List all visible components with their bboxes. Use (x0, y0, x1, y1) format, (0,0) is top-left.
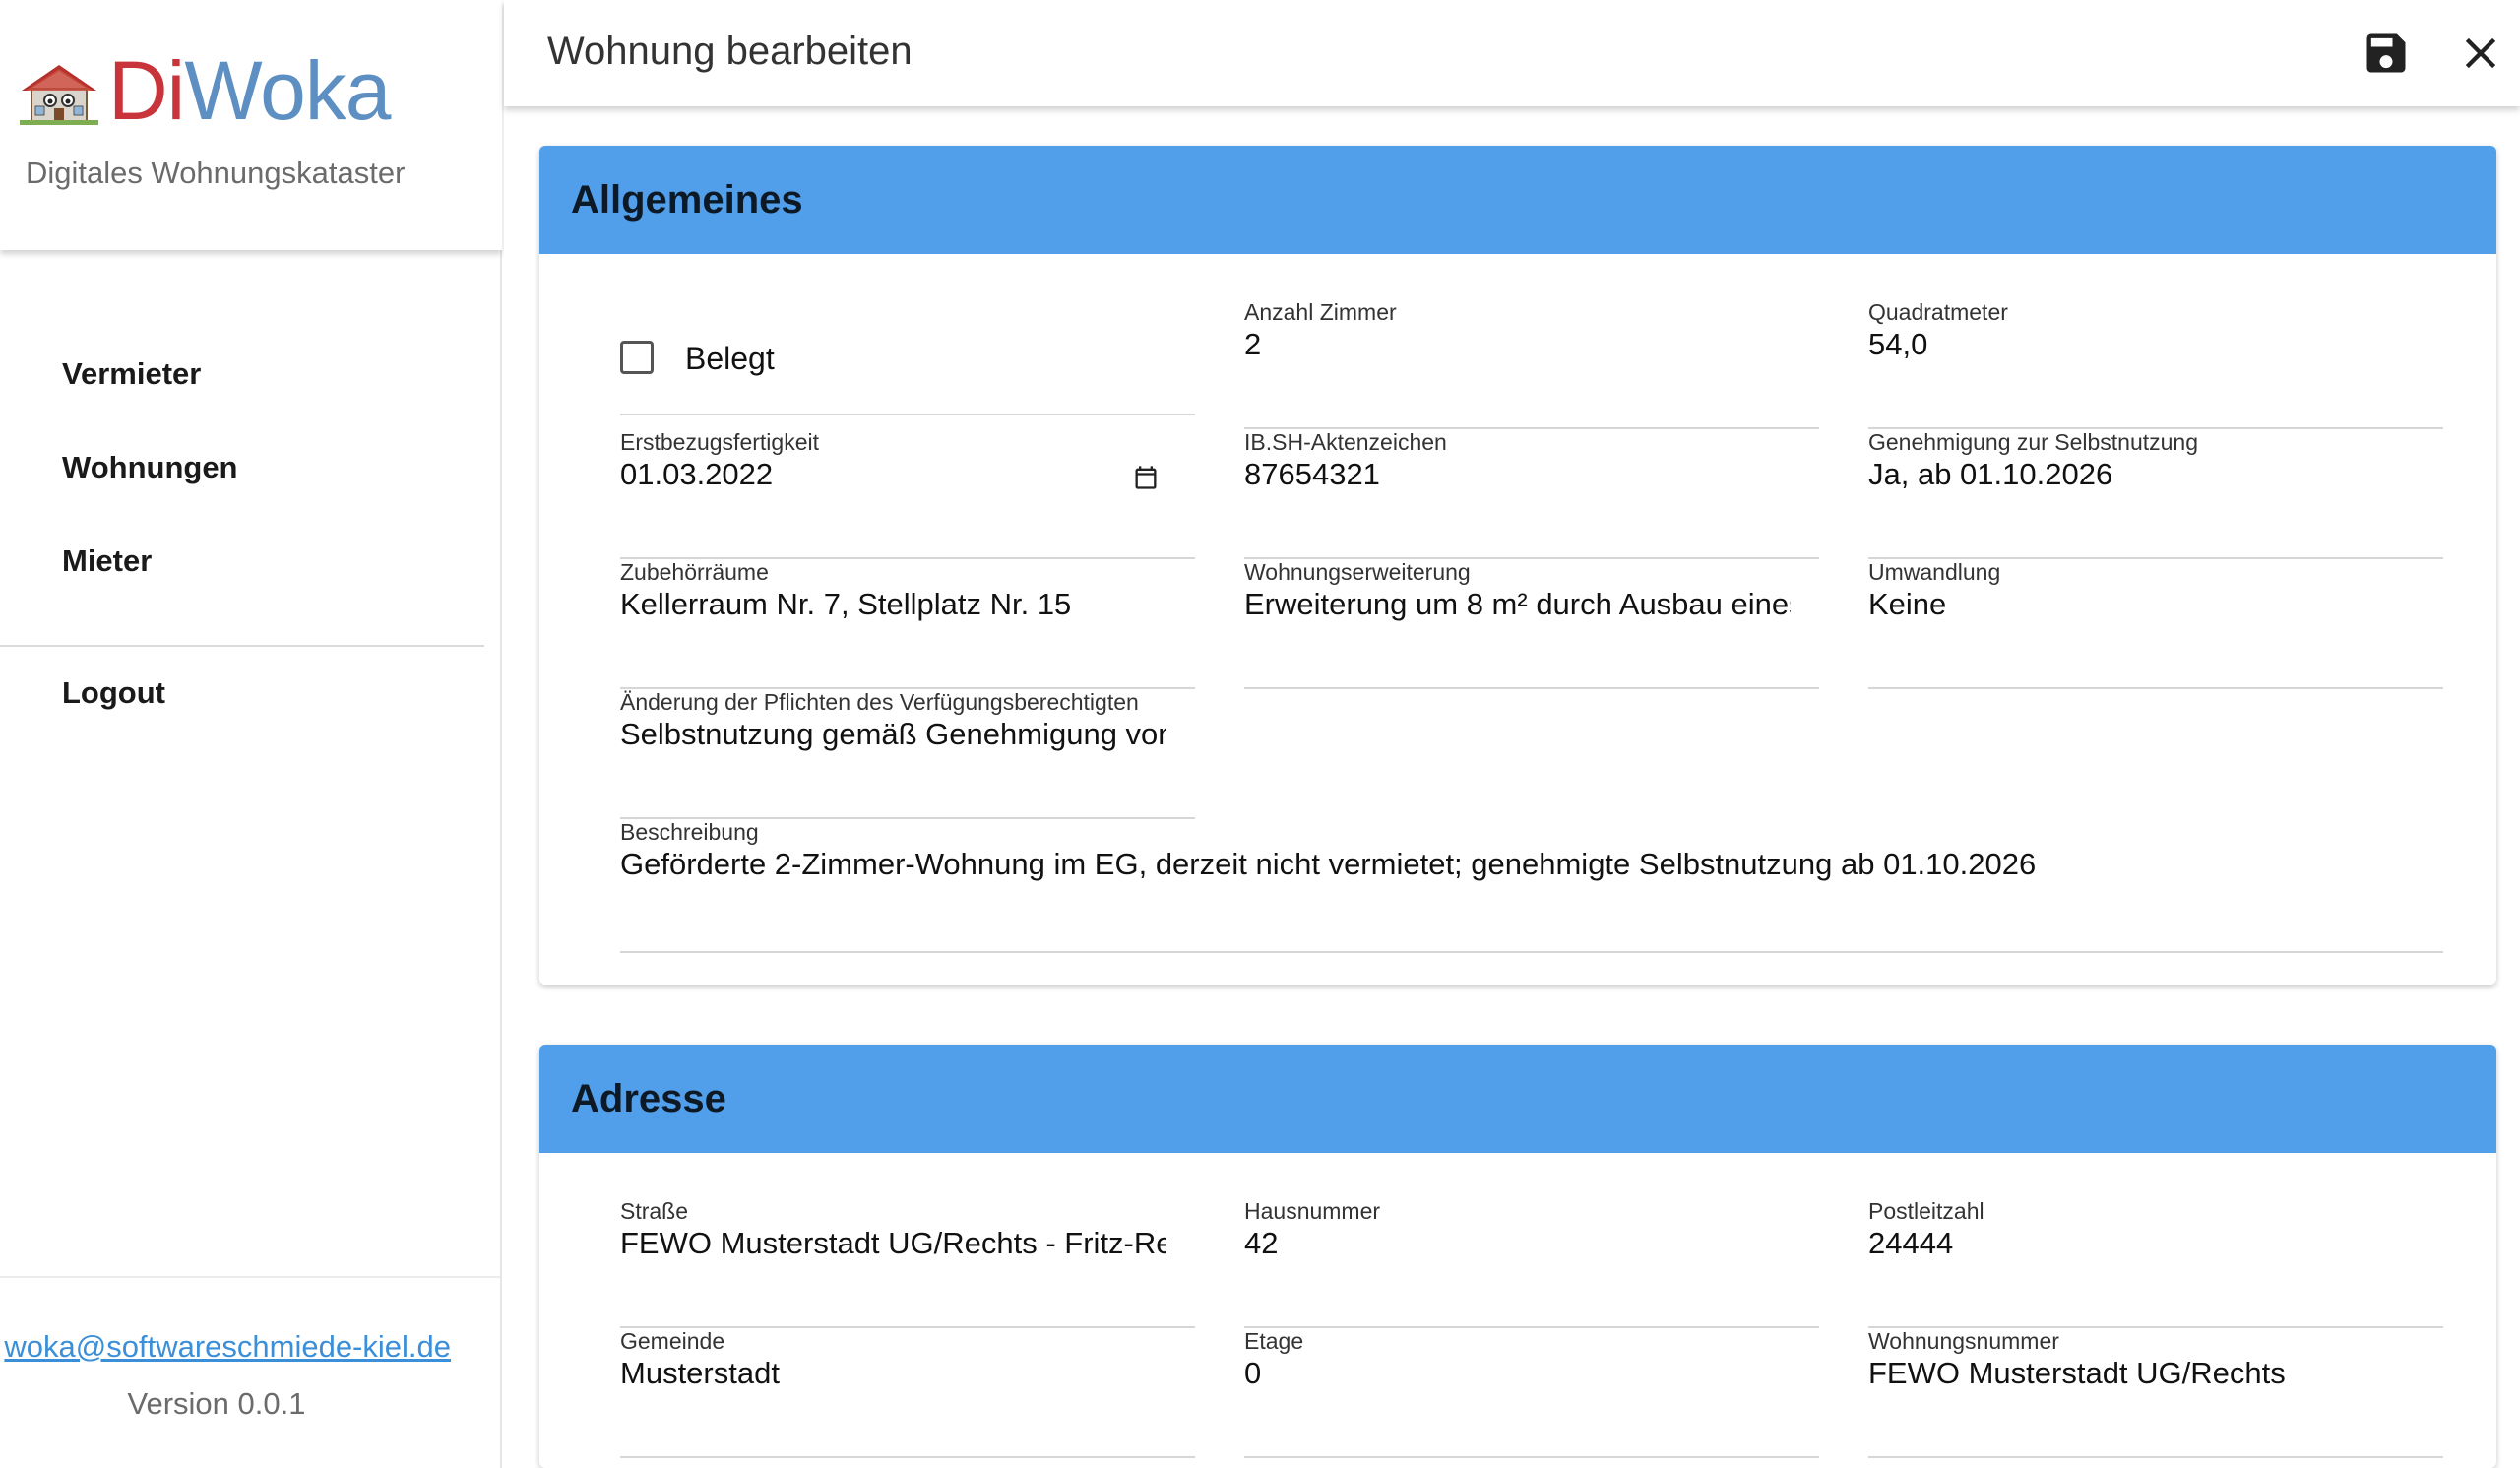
beschreibung-textarea[interactable]: Geförderte 2-Zimmer-Wohnung im EG, derze… (620, 847, 2441, 882)
page-title: Wohnung bearbeiten (547, 30, 913, 73)
save-icon[interactable] (2361, 28, 2412, 79)
quadratmeter-label: Quadratmeter (1868, 299, 2008, 325)
umwandlung-label: Umwandlung (1868, 559, 2001, 585)
quadratmeter-field[interactable]: Quadratmeter 54,0 (1868, 299, 2443, 429)
pflichten-label: Änderung der Pflichten des Verfügungsber… (620, 689, 1139, 715)
selbstnutzung-label: Genehmigung zur Selbstnutzung (1868, 429, 2198, 455)
selbstnutzung-field[interactable]: Genehmigung zur Selbstnutzung Ja, ab 01.… (1868, 429, 2443, 559)
wohnungsnummer-label: Wohnungsnummer (1868, 1328, 2059, 1354)
main-nav: Vermieter Wohnungen Mieter (0, 335, 502, 615)
quadratmeter-input[interactable]: 54,0 (1868, 327, 2415, 362)
house-logo-icon (20, 65, 98, 125)
logo-woka: Woka (184, 44, 391, 137)
erweiterung-label: Wohnungserweiterung (1244, 559, 1471, 585)
calendar-icon[interactable] (1132, 463, 1160, 492)
umwandlung-input[interactable]: Keine (1868, 587, 2415, 622)
etage-label: Etage (1244, 1328, 1304, 1354)
wohnungsnummer-field[interactable]: Wohnungsnummer FEWO Musterstadt UG/Recht… (1868, 1328, 2443, 1458)
gemeinde-field[interactable]: Gemeinde Musterstadt (620, 1328, 1195, 1458)
erstbezug-input[interactable]: 01.03.2022 (620, 457, 1166, 492)
selbstnutzung-input[interactable]: Ja, ab 01.10.2026 (1868, 457, 2415, 492)
erstbezug-field[interactable]: Erstbezugsfertigkeit 01.03.2022 (620, 429, 1195, 559)
logo-wordmark: DiWoka (108, 49, 392, 132)
erstbezug-label: Erstbezugsfertigkeit (620, 429, 819, 455)
etage-input[interactable]: 0 (1244, 1356, 1791, 1391)
hausnummer-label: Hausnummer (1244, 1198, 1381, 1224)
aktenzeichen-input[interactable]: 87654321 (1244, 457, 1791, 492)
nav-item-logout[interactable]: Logout (62, 675, 165, 711)
anzahl-zimmer-label: Anzahl Zimmer (1244, 299, 1397, 325)
nav-item-vermieter[interactable]: Vermieter (0, 335, 502, 428)
strasse-input[interactable]: FEWO Musterstadt UG/Rechts - Fritz-Reute… (620, 1226, 1166, 1261)
gemeinde-input[interactable]: Musterstadt (620, 1356, 1166, 1391)
plz-label: Postleitzahl (1868, 1198, 1984, 1224)
hausnummer-field[interactable]: Hausnummer 42 (1244, 1198, 1819, 1328)
brand-subtitle: Digitales Wohnungskataster (26, 156, 406, 190)
aktenzeichen-field[interactable]: IB.SH-Aktenzeichen 87654321 (1244, 429, 1819, 559)
anzahl-zimmer-field[interactable]: Anzahl Zimmer 2 (1244, 299, 1819, 429)
strasse-label: Straße (620, 1198, 689, 1224)
etage-field[interactable]: Etage 0 (1244, 1328, 1819, 1458)
nav-item-mieter[interactable]: Mieter (0, 522, 502, 615)
hausnummer-input[interactable]: 42 (1244, 1226, 1791, 1261)
aktenzeichen-label: IB.SH-Aktenzeichen (1244, 429, 1447, 455)
sidebar: DiWoka Digitales Wohnungskataster Vermie… (0, 0, 502, 1468)
anzahl-zimmer-input[interactable]: 2 (1244, 327, 1791, 362)
section-address-header: Adresse (539, 1045, 2496, 1153)
zubehoer-input[interactable]: Kellerraum Nr. 7, Stellplatz Nr. 15 (620, 587, 1166, 622)
section-general-title: Allgemeines (571, 177, 803, 222)
plz-field[interactable]: Postleitzahl 24444 (1868, 1198, 2443, 1328)
erweiterung-input[interactable]: Erweiterung um 8 m² durch Ausbau eines (1244, 587, 1791, 622)
nav-item-wohnungen[interactable]: Wohnungen (0, 428, 502, 522)
belegt-checkbox[interactable] (620, 341, 654, 374)
section-general: Allgemeines Belegt Anzahl Zimmer 2 Quadr… (539, 146, 2496, 985)
version-label: Version 0.0.1 (127, 1386, 306, 1421)
nav-divider (0, 645, 484, 647)
section-address-title: Adresse (571, 1076, 726, 1120)
section-address: Adresse Straße FEWO Musterstadt UG/Recht… (539, 1045, 2496, 1468)
brand-header: DiWoka Digitales Wohnungskataster (0, 0, 502, 250)
sidebar-footer: woka@softwareschmiede-kiel.de Version 0.… (0, 1276, 500, 1468)
umwandlung-field[interactable]: Umwandlung Keine (1868, 559, 2443, 689)
beschreibung-field[interactable]: Beschreibung Geförderte 2-Zimmer-Wohnung… (620, 819, 2443, 953)
close-icon[interactable] (2455, 28, 2506, 79)
zubehoer-field[interactable]: Zubehörräume Kellerraum Nr. 7, Stellplat… (620, 559, 1195, 689)
pflichten-input[interactable]: Selbstnutzung gemäß Genehmigung vom (620, 717, 1166, 752)
pflichten-field[interactable]: Änderung der Pflichten des Verfügungsber… (620, 689, 1195, 819)
contact-email-link[interactable]: woka@softwareschmiede-kiel.de (4, 1329, 451, 1365)
wohnungsnummer-input[interactable]: FEWO Musterstadt UG/Rechts (1868, 1356, 2415, 1391)
strasse-field[interactable]: Straße FEWO Musterstadt UG/Rechts - Frit… (620, 1198, 1195, 1328)
app-root: DiWoka Digitales Wohnungskataster Vermie… (0, 0, 2520, 1468)
belegt-label: Belegt (685, 341, 775, 376)
main-content: Allgemeines Belegt Anzahl Zimmer 2 Quadr… (504, 106, 2520, 1468)
beschreibung-label: Beschreibung (620, 819, 759, 845)
section-general-header: Allgemeines (539, 146, 2496, 254)
zubehoer-label: Zubehörräume (620, 559, 769, 585)
gemeinde-label: Gemeinde (620, 1328, 725, 1354)
plz-input[interactable]: 24444 (1868, 1226, 2415, 1261)
logo-di: Di (108, 44, 185, 137)
belegt-field: Belegt (620, 299, 1195, 415)
top-bar: Wohnung bearbeiten (504, 0, 2520, 106)
erweiterung-field[interactable]: Wohnungserweiterung Erweiterung um 8 m² … (1244, 559, 1819, 689)
